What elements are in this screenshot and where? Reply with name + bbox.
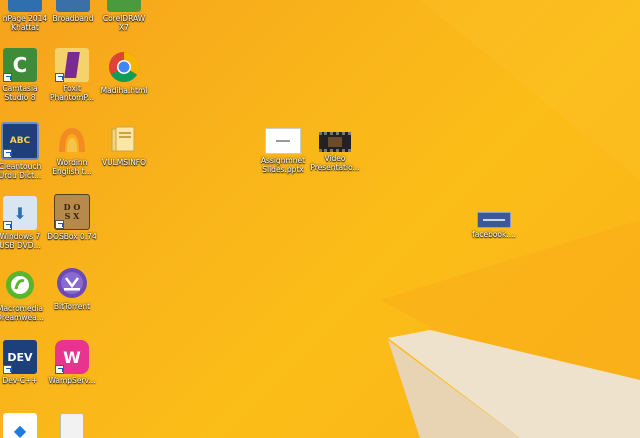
document-icon [60, 413, 84, 438]
desktop-icon-dosbox[interactable]: D OS X DOSBox 0.74 [35, 194, 109, 241]
icon-label: BitTorrent [53, 302, 91, 311]
dreamweaver-icon [3, 268, 37, 302]
cleantouch-icon: ABC [1, 122, 39, 160]
icon-label: Madiha.html [100, 86, 148, 95]
desktop-icon-bittorrent[interactable]: BitTorrent [35, 266, 109, 311]
broadband-icon [56, 0, 90, 12]
bittorrent-icon [55, 266, 89, 300]
icon-label: VULMSINFO [101, 158, 147, 167]
desktop-background[interactable]: nPage 2014 Khattat Broadband CorelDRAW X… [0, 0, 640, 438]
foxit-icon [55, 48, 89, 82]
desktop-icon-document[interactable] [35, 413, 109, 438]
icon-label: WampServ... [48, 376, 96, 385]
icon-label: Video Presentatio... [310, 154, 360, 172]
desktop-icon-video-presentation[interactable]: Video Presentatio... [298, 132, 372, 172]
shortcut-arrow-icon [55, 220, 64, 229]
folder-icon [107, 122, 141, 156]
devcpp-icon: DEV [3, 340, 37, 374]
coreldraw-icon [107, 0, 141, 12]
icon-label: DOSBox 0.74 [47, 232, 97, 241]
shortcut-arrow-icon [55, 365, 64, 374]
pptx-icon [265, 128, 301, 154]
desktop-icon-madiha[interactable]: Madiha.html [87, 50, 161, 95]
shortcut-arrow-icon [3, 365, 12, 374]
shortcut-arrow-icon [3, 221, 12, 230]
video-icon [319, 132, 351, 152]
facebook-icon [477, 212, 511, 228]
dropbox-icon: ◆ [3, 413, 37, 438]
win7usb-icon: ⬇ [3, 196, 37, 230]
wordinn-icon [55, 122, 89, 156]
chrome-icon [107, 50, 141, 84]
shortcut-arrow-icon [3, 73, 12, 82]
shortcut-arrow-icon [55, 73, 64, 82]
desktop-icon-facebook[interactable]: facebook.... [457, 212, 531, 239]
icon-label: facebook.... [472, 230, 516, 239]
desktop-icon-wampserver[interactable]: W WampServ... [35, 340, 109, 385]
shortcut-arrow-icon [3, 149, 12, 158]
wampserver-icon: W [55, 340, 89, 374]
icon-label: CorelDRAW X7 [102, 14, 146, 32]
desktop-icon-vulmsinfo[interactable]: VULMSINFO [87, 122, 161, 167]
camtasia-icon: C [3, 48, 37, 82]
desktop-icon-coreldraw[interactable]: CorelDRAW X7 [87, 0, 161, 32]
dosbox-icon: D OS X [54, 194, 90, 230]
